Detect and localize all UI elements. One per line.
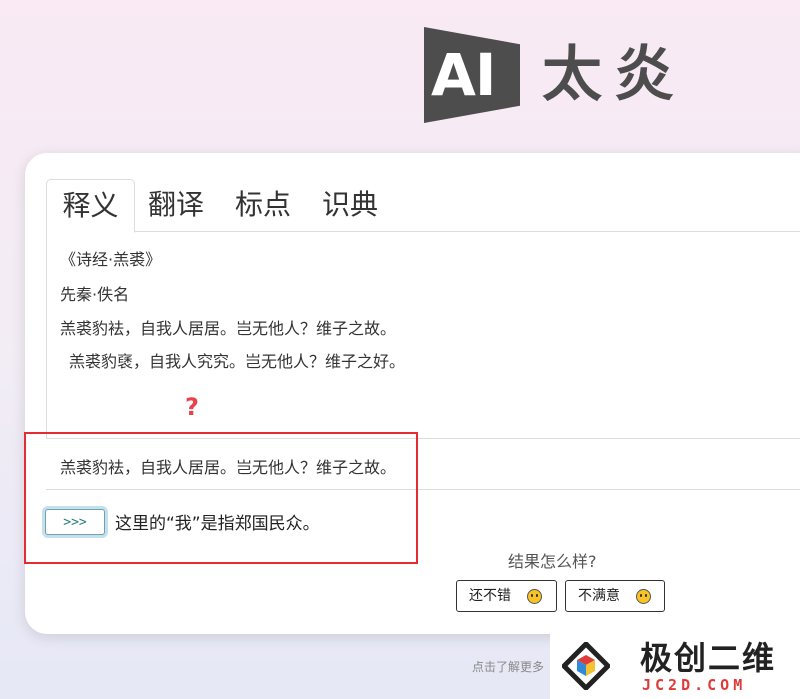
learn-more-link[interactable]: 点击了解更多 (472, 658, 544, 675)
logo-name: 太炎 (542, 40, 686, 110)
sad-face-icon (636, 589, 651, 604)
tab-punctuate[interactable]: 标点 (235, 179, 291, 231)
smile-face-icon (527, 589, 542, 604)
watermark: 极创二维 JC2D.COM (550, 632, 800, 699)
passage-line: 羔裘豹袪，自我人居居。岂无他人？维子之故。 (60, 319, 397, 338)
passage-author: 先秦·佚名 (60, 285, 130, 304)
feedback-question: 结果怎么样? (508, 552, 597, 571)
watermark-title: 极创二维 (640, 639, 777, 677)
tab-translate[interactable]: 翻译 (148, 179, 204, 231)
logo-mark-text: AI (431, 41, 496, 109)
passage-line: 羔裘豹褎，自我人究究。岂无他人？维子之好。 (69, 352, 406, 371)
question-mark-annotation: ? (185, 393, 199, 421)
logo-mark: AI (424, 27, 520, 123)
run-button[interactable]: >>> (45, 509, 105, 535)
tab-explain[interactable]: 释义 (46, 179, 135, 233)
watermark-subtitle: JC2D.COM (642, 676, 747, 694)
passage-title: 《诗经·羔裘》 (60, 250, 162, 269)
app-logo: AI 太炎 (424, 27, 694, 123)
feedback-bad-button[interactable]: 不满意 (565, 580, 665, 612)
feedback-bad-label: 不满意 (578, 588, 620, 604)
answer-text: 这里的“我”是指郑国民众。 (115, 514, 320, 534)
watermark-logo-icon (562, 642, 610, 690)
tab-dictionary[interactable]: 识典 (322, 179, 378, 231)
selected-sentence: 羔裘豹袪，自我人居居。岂无他人？维子之故。 (60, 458, 397, 477)
feedback-good-label: 还不错 (469, 588, 511, 604)
feedback-good-button[interactable]: 还不错 (456, 580, 557, 612)
tab-bar: 释义 翻译 标点 识典 (46, 179, 800, 233)
